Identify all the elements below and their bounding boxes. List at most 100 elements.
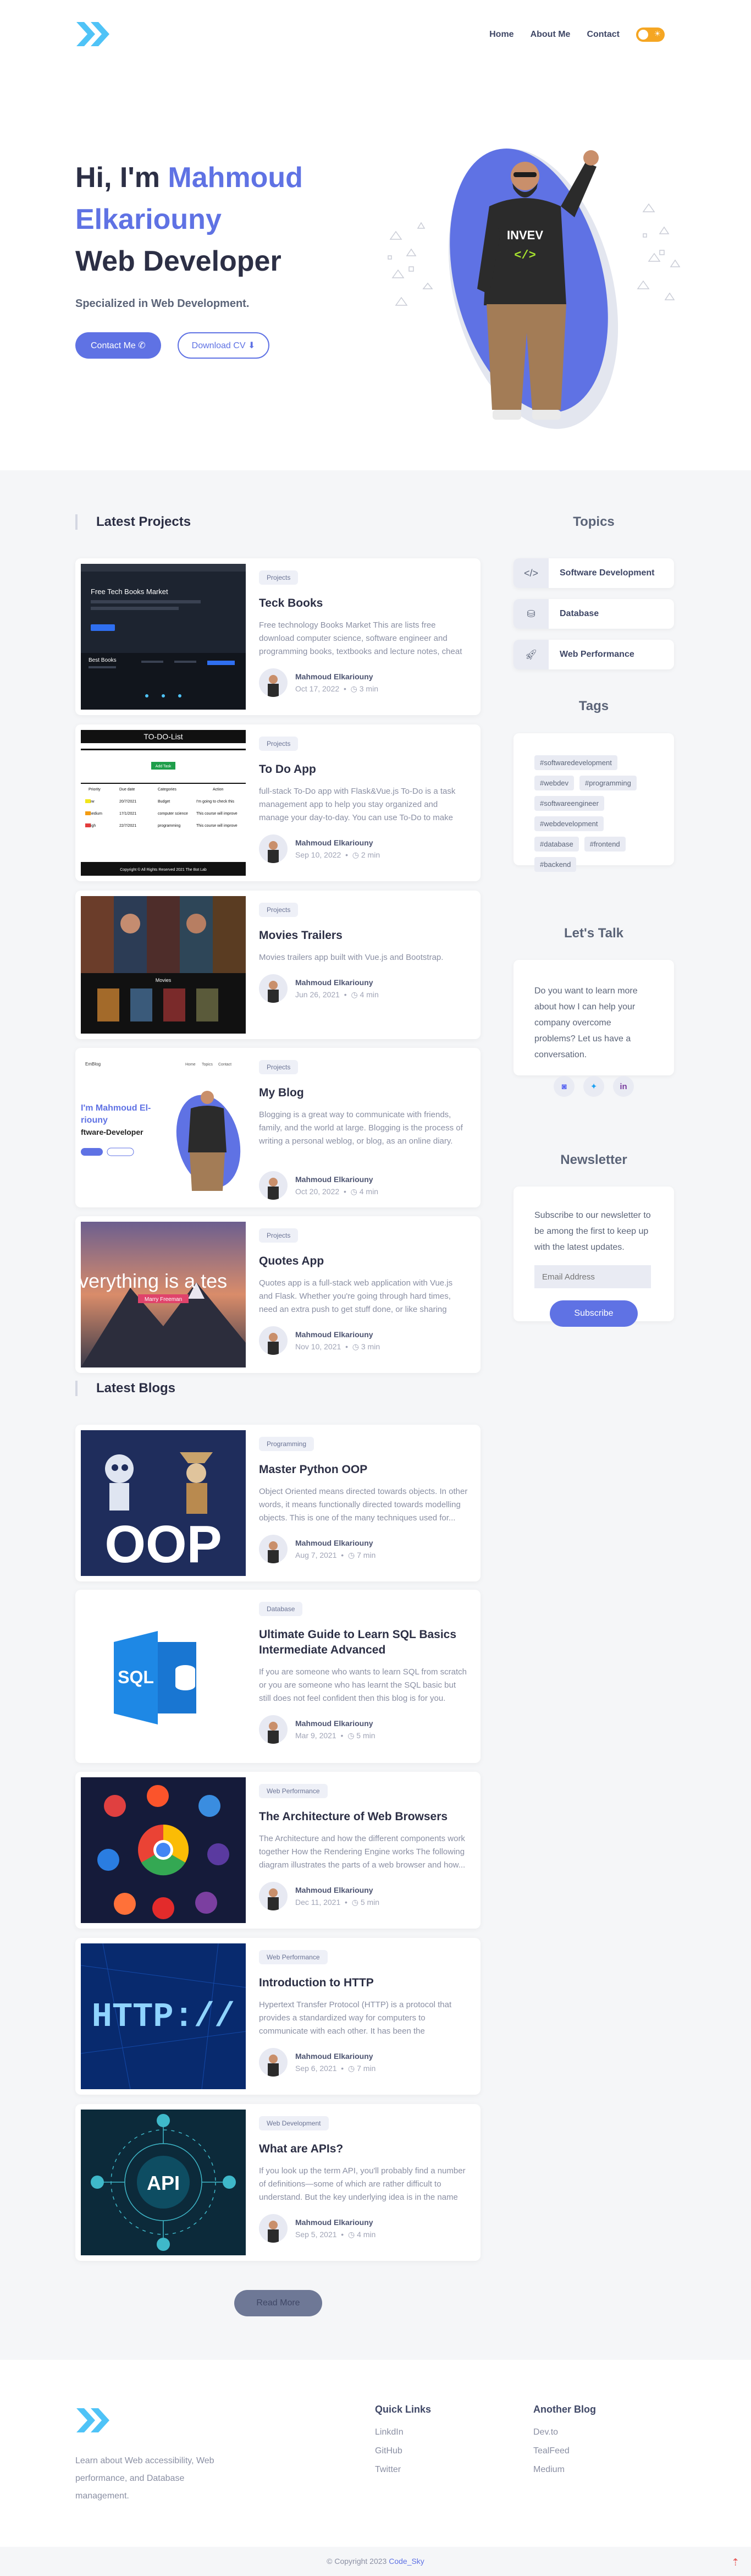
tag-item[interactable]: #database [534, 837, 579, 852]
project-title[interactable]: Movies Trailers [259, 928, 468, 943]
blog-card[interactable]: OOP Programming Master Python OOP Object… [75, 1425, 481, 1581]
blog-title[interactable]: What are APIs? [259, 2141, 468, 2157]
nav-home-link[interactable]: Home [489, 30, 513, 40]
blog-card[interactable]: API Web Development What are APIs? If yo… [75, 2104, 481, 2261]
post-meta: Jun 26, 2021 • ◷ 4 min [295, 990, 379, 999]
svg-text:Best Books: Best Books [89, 657, 117, 663]
tag-item[interactable]: #webdev [534, 776, 575, 790]
contact-me-button[interactable]: Contact Me ✆ [75, 332, 161, 359]
project-title[interactable]: Teck Books [259, 596, 468, 611]
newsletter-box: Subscribe to our newsletter to be among … [513, 1187, 674, 1327]
category-badge[interactable]: Web Development [259, 2116, 329, 2130]
author-row: Mahmoud Elkariouny Jun 26, 2021 • ◷ 4 mi… [259, 974, 468, 1003]
category-badge[interactable]: Web Performance [259, 1950, 328, 1964]
avatar [259, 1715, 288, 1744]
blog-card[interactable]: HTTP:// Web Performance Introduction to … [75, 1938, 481, 2095]
category-badge[interactable]: Projects [259, 737, 299, 751]
topic-web-performance[interactable]: 🚀︎ Web Performance [513, 640, 674, 669]
avatar [259, 834, 288, 863]
svg-text:Action: Action [213, 788, 224, 792]
post-meta: Mar 9, 2021 • ◷ 5 min [295, 1731, 375, 1740]
shirt-text: INVEV [507, 228, 543, 242]
category-badge[interactable]: Web Performance [259, 1784, 328, 1798]
category-badge[interactable]: Projects [259, 570, 299, 585]
project-body: Projects Teck Books Free technology Book… [259, 570, 468, 697]
phone-icon: ✆ [138, 341, 146, 350]
github-link[interactable]: GitHub [375, 2446, 431, 2456]
tealfeed-link[interactable]: TealFeed [533, 2446, 596, 2456]
svg-text:Priority: Priority [89, 788, 101, 792]
copyright-text: © Copyright 2023 [327, 2557, 387, 2566]
project-card[interactable]: TO-DO-List Add Task Priority Due date Cat… [75, 724, 481, 881]
nav-about-link[interactable]: About Me [531, 30, 571, 40]
subscribe-button[interactable]: Subscribe [550, 1300, 638, 1327]
blog-title[interactable]: Master Python OOP [259, 1462, 468, 1478]
tag-item[interactable]: #webdevelopment [534, 816, 604, 831]
project-body: Projects Quotes App Quotes app is a full… [259, 1228, 468, 1355]
category-badge[interactable]: Database [259, 1602, 303, 1616]
quick-links: Quick Links LinkdIn GitHub Twitter [375, 2404, 431, 2484]
project-description: Blogging is a great way to communicate w… [259, 1110, 463, 1146]
medium-link[interactable]: Medium [533, 2465, 596, 2475]
devto-link[interactable]: Dev.to [533, 2427, 596, 2437]
post-meta: Sep 10, 2022 • ◷ 2 min [295, 850, 380, 859]
lets-talk-text: Do you want to learn more about how I ca… [534, 986, 638, 1059]
svg-text:computer science: computer science [158, 812, 188, 816]
avatar [259, 974, 288, 1003]
blog-card[interactable]: Web Performance The Architecture of Web … [75, 1772, 481, 1929]
twitter-icon[interactable]: ✦ [583, 1076, 604, 1097]
svg-text:Marry Freeman: Marry Freeman [145, 1297, 182, 1303]
twitter-link[interactable]: Twitter [375, 2465, 431, 2475]
tag-item[interactable]: #programming [579, 776, 637, 790]
linkedin-link[interactable]: LinkdIn [375, 2427, 431, 2437]
theme-toggle[interactable]: ☀ [636, 28, 665, 42]
author-name: Mahmoud Elkariouny [295, 672, 373, 681]
read-more-button[interactable]: Read More [234, 2290, 322, 2316]
download-cv-button[interactable]: Download CV ⬇ [177, 332, 270, 359]
topic-database[interactable]: ⛁ Database [513, 599, 674, 629]
project-card[interactable]: EmBlog Home Topics Contact I'm Mahmoud E… [75, 1048, 481, 1207]
linkedin-icon[interactable]: in [613, 1076, 634, 1097]
category-badge[interactable]: Projects [259, 1060, 299, 1074]
blog-card[interactable]: SQL Database Ultimate Guide to Learn SQL… [75, 1590, 481, 1763]
contact-me-label: Contact Me [91, 341, 136, 350]
blog-title[interactable]: The Architecture of Web Browsers [259, 1809, 468, 1825]
author-row: Mahmoud Elkariouny Oct 17, 2022 • ◷ 3 mi… [259, 668, 468, 697]
project-card[interactable]: Free Tech Books Market Best Books Projec… [75, 558, 481, 715]
logo-icon[interactable] [75, 18, 114, 51]
email-input[interactable] [534, 1265, 651, 1288]
project-card[interactable]: verything is a tes Marry Freeman Project… [75, 1216, 481, 1373]
topic-software-development[interactable]: </> Software Development [513, 558, 674, 588]
hero-section: Hi, I'm Mahmoud Elkariouny Web Developer… [0, 69, 751, 470]
blog-thumbnail: API [81, 2110, 246, 2255]
avatar [259, 1535, 288, 1563]
latest-blogs-title: Latest Blogs [75, 1381, 175, 1396]
category-badge[interactable]: Programming [259, 1437, 314, 1451]
blog-title[interactable]: Introduction to HTTP [259, 1975, 468, 1991]
footer-about: Learn about Web accessibility, Web perfo… [75, 2456, 214, 2501]
discord-icon[interactable]: ◙ [554, 1076, 575, 1097]
copyright-author[interactable]: Code_Sky [389, 2557, 424, 2566]
scroll-top-icon[interactable]: ⇡ [731, 2557, 739, 2568]
project-title[interactable]: My Blog [259, 1085, 468, 1101]
author-name: Mahmoud Elkariouny [295, 977, 373, 987]
author-name: Mahmoud Elkariouny [295, 1330, 373, 1339]
logo-icon[interactable] [75, 2404, 114, 2437]
tag-item[interactable]: #softwareengineer [534, 796, 604, 811]
lets-talk-title: Let's Talk [564, 926, 623, 941]
tag-item[interactable]: #softwaredevelopment [534, 755, 617, 770]
database-icon: ⛁ [513, 599, 549, 629]
tag-item[interactable]: #frontend [584, 837, 626, 852]
blog-title[interactable]: Ultimate Guide to Learn SQL Basics Inter… [259, 1627, 468, 1658]
tag-item[interactable]: #backend [534, 857, 577, 872]
category-badge[interactable]: Projects [259, 1228, 299, 1243]
project-title[interactable]: To Do App [259, 762, 468, 777]
blog-body: Web Performance The Architecture of Web … [259, 1784, 468, 1910]
project-card[interactable]: Movies Projects Movies Trailers Movies t… [75, 891, 481, 1039]
category-badge[interactable]: Projects [259, 903, 299, 917]
svg-text:riouny: riouny [81, 1116, 108, 1125]
project-thumbnail: Free Tech Books Market Best Books [81, 564, 246, 710]
nav-contact-link[interactable]: Contact [587, 30, 620, 40]
project-title[interactable]: Quotes App [259, 1254, 468, 1269]
copyright-bar: © Copyright 2023 Code_Sky [0, 2547, 751, 2576]
